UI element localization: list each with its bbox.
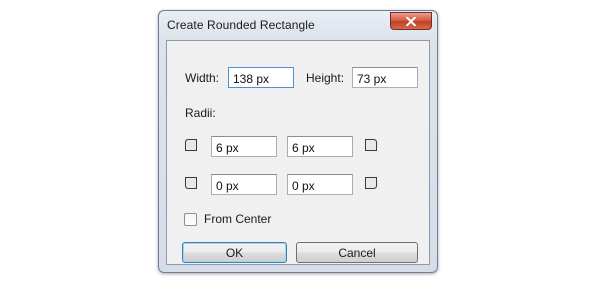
radii-label: Radii: bbox=[185, 106, 216, 120]
corner-bottom-left-icon bbox=[185, 177, 197, 189]
from-center-checkbox[interactable] bbox=[184, 213, 197, 226]
cancel-button[interactable]: Cancel bbox=[296, 242, 418, 263]
height-field[interactable] bbox=[352, 67, 418, 88]
dialog-title: Create Rounded Rectangle bbox=[167, 18, 315, 32]
title-bar[interactable]: Create Rounded Rectangle bbox=[159, 11, 437, 39]
close-icon bbox=[406, 16, 416, 26]
ok-button[interactable]: OK bbox=[182, 242, 287, 263]
close-button[interactable] bbox=[390, 12, 432, 30]
corner-bottom-right-icon bbox=[365, 177, 377, 189]
radius-top-left-field[interactable] bbox=[211, 136, 277, 157]
width-label: Width: bbox=[185, 71, 220, 85]
from-center-label[interactable]: From Center bbox=[204, 212, 271, 226]
dialog-body: Width: Height: Radii: From Center OK bbox=[166, 40, 430, 265]
radius-bottom-left-field[interactable] bbox=[211, 174, 277, 195]
corner-top-right-icon bbox=[365, 139, 377, 151]
width-field[interactable] bbox=[228, 67, 294, 88]
create-rounded-rectangle-dialog: Create Rounded Rectangle Width: Height: … bbox=[158, 10, 438, 273]
cancel-button-label: Cancel bbox=[338, 245, 376, 260]
radius-top-right-field[interactable] bbox=[287, 136, 353, 157]
height-label: Height: bbox=[306, 71, 345, 85]
ok-button-label: OK bbox=[225, 245, 244, 260]
corner-top-left-icon bbox=[185, 139, 197, 151]
radius-bottom-right-field[interactable] bbox=[287, 174, 353, 195]
